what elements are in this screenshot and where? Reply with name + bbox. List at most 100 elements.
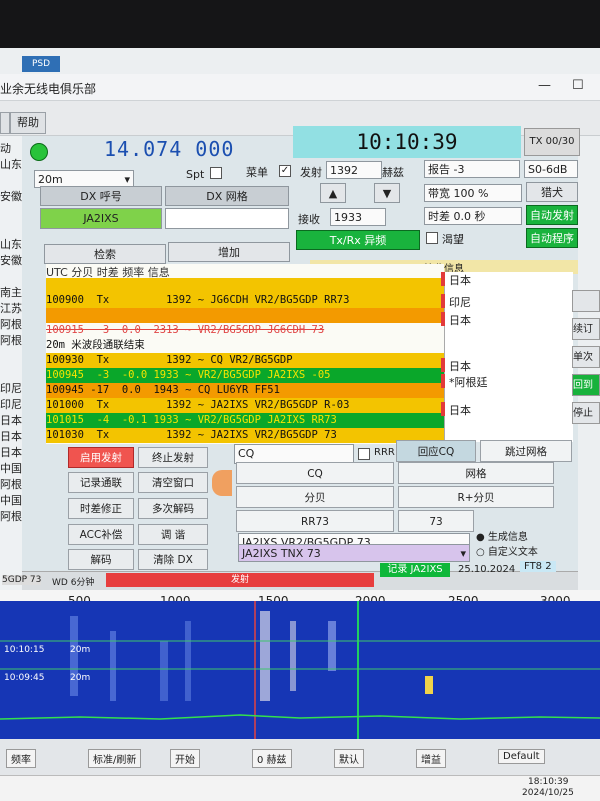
cq-message-field[interactable]: CQ xyxy=(234,444,354,464)
left-list-item[interactable]: 中国 安徽 xyxy=(0,460,22,476)
msg-cq-button[interactable]: CQ xyxy=(236,462,394,484)
rx-country-row[interactable]: 日本 xyxy=(449,272,471,288)
menu-checkbox[interactable]: ✓ xyxy=(279,165,291,177)
left-list-item[interactable]: 日本 xyxy=(0,428,22,444)
clear-window-button[interactable]: 清空窗口 xyxy=(138,472,208,493)
waterfall-control[interactable]: 增益 xyxy=(416,749,446,768)
right-side-button[interactable]: 停止 xyxy=(572,402,600,424)
msg-rr73-button[interactable]: RR73 xyxy=(236,510,394,532)
rrr-checkbox[interactable] xyxy=(358,448,370,460)
tx-freq-field[interactable]: 1392 xyxy=(326,161,382,179)
multi-decode-button[interactable]: 多次解码 xyxy=(138,498,208,519)
hound-checkbox[interactable] xyxy=(426,232,438,244)
time-offset-field[interactable]: 时差 0.0 秒 xyxy=(424,207,522,225)
left-list-item[interactable]: 江苏 xyxy=(0,300,22,316)
right-side-button[interactable]: 单次 xyxy=(572,346,600,368)
waterfall-control[interactable]: 开始 xyxy=(170,749,200,768)
left-list-item[interactable]: 阿根廷 xyxy=(0,332,22,348)
search-button[interactable]: 检索 xyxy=(44,244,166,264)
left-list-item[interactable]: 日本 xyxy=(0,444,22,460)
tab-indicator[interactable] xyxy=(212,470,232,496)
decode-row[interactable] xyxy=(46,308,444,323)
left-list-item[interactable]: 山东 xyxy=(0,236,22,252)
left-list-item[interactable]: 安徽 xyxy=(0,188,22,204)
decode-row[interactable]: 100945 -17 0.0 1943 ~ CQ LU6YR FF51 xyxy=(46,383,444,398)
waterfall-control[interactable]: 标准/刷新 xyxy=(88,749,142,768)
tx-label: 发射 xyxy=(300,166,322,179)
custom-text-radio[interactable]: ○ 自定义文本 xyxy=(476,543,538,558)
rx-freq-field[interactable]: 1933 xyxy=(330,208,386,226)
maximize-icon[interactable]: ☐ xyxy=(572,78,584,93)
decode-row[interactable]: 101015 -4 -0.1 1933 ~ VR2/BG5GDP JA2IXS … xyxy=(46,413,444,428)
msg-rdb-button[interactable]: R+分贝 xyxy=(398,486,554,508)
msg-grid-button[interactable]: 网格 xyxy=(398,462,554,484)
waterfall-control[interactable]: 0 赫兹 xyxy=(252,749,292,768)
decode-row[interactable]: 100915 3 0.0 2313 ~ VR2/BG5GDP JG6CDH 73 xyxy=(46,323,444,338)
auto-sequence-button[interactable]: 自动程序 xyxy=(526,228,578,248)
left-list-item[interactable]: 日本 xyxy=(0,412,22,428)
acc-correct-button[interactable]: ACC补偿 xyxy=(68,524,134,545)
left-list-item[interactable]: 动 xyxy=(0,140,11,156)
left-list-item[interactable]: 印尼 xyxy=(0,380,22,396)
decode-row[interactable]: 100930 Tx 1392 ~ CQ VR2/BG5GDP xyxy=(46,353,444,368)
report-field[interactable]: 报告 -3 xyxy=(424,160,520,178)
auto-tx-button[interactable]: 自动发射 xyxy=(526,205,578,225)
waterfall-control[interactable]: Default xyxy=(498,749,545,764)
rx-row-marker xyxy=(441,374,445,388)
bandwidth-field[interactable]: 带宽 100 % xyxy=(424,184,522,202)
decode-row[interactable]: 100945 -3 -0.0 1933 ~ VR2/BG5GDP JA2IXS … xyxy=(46,368,444,383)
left-list-item[interactable]: 印尼 xyxy=(0,396,22,412)
rx-country-row[interactable]: 印尼 xyxy=(449,294,471,310)
enable-tx-button[interactable]: 启用发射 xyxy=(68,447,134,468)
msg-db-button[interactable]: 分贝 xyxy=(236,486,394,508)
rx-country-row[interactable]: 日本 xyxy=(449,358,471,374)
decode-row[interactable]: 100900 Tx 1392 ~ JG6CDH VR2/BG5GDP RR73 xyxy=(46,293,444,308)
msg-73-button[interactable]: 73 xyxy=(398,510,474,532)
waterfall-control[interactable]: 默认 xyxy=(334,749,364,768)
decode-row[interactable]: 101030 Tx 1392 ~ JA2IXS VR2/BG5GDP 73 xyxy=(46,428,444,443)
dx-grid-input[interactable] xyxy=(165,208,289,229)
left-list-item[interactable]: 安徽 xyxy=(0,252,22,268)
reply-cq-button[interactable]: 回应CQ xyxy=(396,440,476,462)
right-side-button[interactable] xyxy=(572,290,600,312)
decode-row[interactable]: 20m 米波段通联结束 xyxy=(46,338,444,353)
s0-field[interactable]: S0-6dB xyxy=(524,160,578,178)
waterfall-control[interactable]: 频率 xyxy=(6,749,36,768)
hunter-button[interactable]: 猎犬 xyxy=(526,182,578,202)
window-title: 业余无线电俱乐部 xyxy=(0,82,97,96)
taskbar-app-icon[interactable]: PSD xyxy=(22,56,60,72)
freq-up-button[interactable]: ▲ xyxy=(320,183,346,203)
minimize-icon[interactable]: — xyxy=(538,78,551,93)
time-correct-button[interactable]: 时差修正 xyxy=(68,498,134,519)
waterfall-display[interactable]: 10:10:15 20m 10:09:45 20m xyxy=(0,601,600,739)
freq-down-button[interactable]: ▼ xyxy=(374,183,400,203)
rx-country-row[interactable]: 日本 xyxy=(449,402,471,418)
txrx-split-button[interactable]: Tx/Rx 异频 xyxy=(296,230,420,250)
spt-checkbox[interactable] xyxy=(210,167,222,179)
decode-button[interactable]: 解码 xyxy=(68,549,134,570)
rx-country-row[interactable]: *阿根廷 xyxy=(449,374,488,390)
left-list-item[interactable]: 山东 xyxy=(0,156,22,172)
stop-tx-button[interactable]: 终止发射 xyxy=(138,447,208,468)
decode-row[interactable] xyxy=(46,278,444,293)
decode-row[interactable]: 101000 Tx 1392 ~ JA2IXS VR2/BG5GDP R-03 xyxy=(46,398,444,413)
skip-grid-button[interactable]: 跳过网格 xyxy=(480,440,572,462)
rx-country-row[interactable]: 日本 xyxy=(449,312,471,328)
clear-dx-button[interactable]: 清除 DX xyxy=(138,549,208,570)
generated-msg-radio[interactable]: ● 生成信息 xyxy=(476,528,528,543)
add-button[interactable]: 增加 xyxy=(168,242,290,262)
left-list-item[interactable]: 南主 xyxy=(0,284,22,300)
right-side-button[interactable]: 回到 xyxy=(572,374,600,396)
menu-help[interactable]: 帮助 xyxy=(10,112,46,134)
menu-item[interactable] xyxy=(0,112,10,134)
left-list-item[interactable]: 阿根廷 xyxy=(0,508,22,524)
right-side-button[interactable]: 续订 xyxy=(572,318,600,340)
left-list-item[interactable]: 阿根廷 xyxy=(0,316,22,332)
left-list-item[interactable]: 阿根廷 xyxy=(0,476,22,492)
tune-button[interactable]: 调 谐 xyxy=(138,524,208,545)
dx-call-input[interactable]: JA2IXS xyxy=(40,208,162,229)
dx-call-label: DX 呼号 xyxy=(40,186,162,206)
log-qso-button[interactable]: 记录通联 xyxy=(68,472,134,493)
left-list-item[interactable]: 中国 山东 xyxy=(0,492,22,508)
tx-message-field[interactable]: JA2IXS TNX 73 ▾ xyxy=(238,544,470,562)
